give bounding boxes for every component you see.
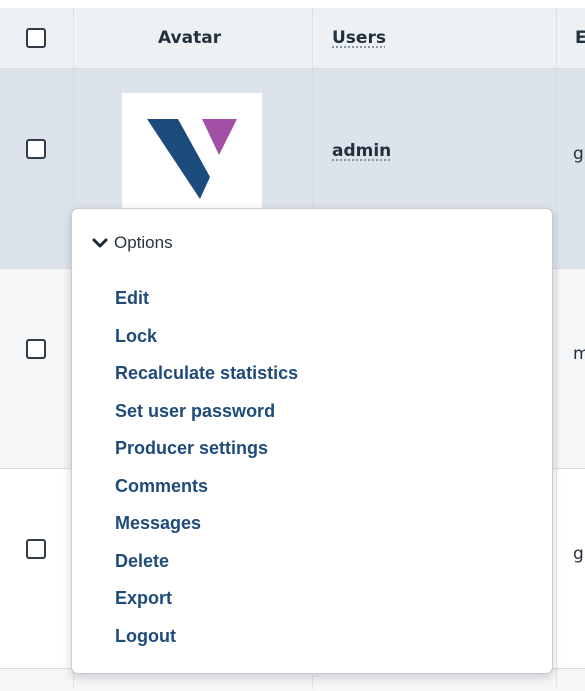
menu-item-recalculate-statistics[interactable]: Recalculate statistics [115,360,298,398]
options-menu-list: Edit Lock Recalculate statistics Set use… [115,285,298,660]
table-header-row: Avatar Users E [0,8,585,68]
row-clipped-cell: m [573,344,585,364]
menu-item-export[interactable]: Export [115,585,298,623]
menu-item-set-user-password[interactable]: Set user password [115,398,298,436]
v-logo-icon [147,119,237,199]
menu-item-logout[interactable]: Logout [115,623,298,661]
logo-blue-stroke [147,119,210,199]
row-clipped-cell: g [573,544,584,564]
menu-item-producer-settings[interactable]: Producer settings [115,435,298,473]
row-clipped-cell: g [573,144,584,164]
menu-item-delete[interactable]: Delete [115,548,298,586]
column-header-clipped[interactable]: E [575,8,585,68]
column-header-avatar: Avatar [158,28,222,48]
logo-purple-triangle [202,119,237,155]
menu-item-comments[interactable]: Comments [115,473,298,511]
column-header-users[interactable]: Users [332,8,386,68]
row-checkbox[interactable] [26,539,46,559]
options-title: Options [114,233,173,252]
select-all-checkbox[interactable] [26,28,46,48]
options-toggle[interactable]: Options [92,231,173,255]
chevron-down-icon [92,235,108,251]
column-divider [556,8,557,690]
user-link-admin[interactable]: admin [332,141,391,161]
row-checkbox[interactable] [26,139,46,159]
menu-item-messages[interactable]: Messages [115,510,298,548]
avatar [122,93,262,213]
chevron-down-glyph [92,238,108,248]
menu-item-lock[interactable]: Lock [115,323,298,361]
menu-item-edit[interactable]: Edit [115,285,298,323]
row-checkbox[interactable] [26,339,46,359]
options-dropdown: Options Edit Lock Recalculate statistics… [71,208,553,674]
